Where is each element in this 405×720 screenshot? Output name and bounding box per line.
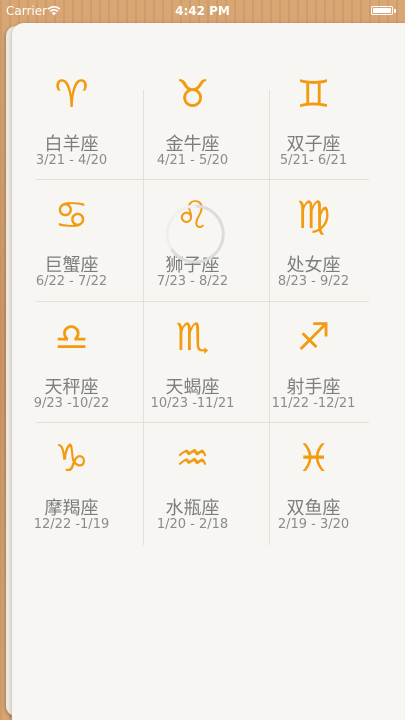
sign-dates: 9/23 -10/22: [33, 396, 110, 411]
zodiac-cell-pisces[interactable]: ♓ 双鱼座 2/19 - 3/20: [258, 424, 369, 545]
status-time: 4:42 PM: [175, 4, 230, 18]
sign-dates: 4/21 - 5/20: [156, 153, 229, 168]
sign-dates: 8/23 - 9/22: [277, 274, 350, 289]
libra-icon: ♎: [54, 315, 89, 359]
sign-dates: 6/22 - 7/22: [35, 274, 108, 289]
sign-dates: 1/20 - 2/18: [156, 517, 229, 532]
sign-dates: 10/23 -11/21: [150, 396, 235, 411]
sign-dates: 11/22 -12/21: [271, 396, 356, 411]
virgo-icon: ♍: [296, 193, 331, 237]
sign-dates: 12/22 -1/19: [33, 517, 110, 532]
status-bar: Carrier 4:42 PM: [0, 0, 405, 22]
zodiac-cell-capricorn[interactable]: ♑ 摩羯座 12/22 -1/19: [16, 424, 127, 545]
battery-icon: [371, 6, 396, 15]
aquarius-icon: ♒: [175, 436, 210, 480]
zodiac-cell-aquarius[interactable]: ♒ 水瓶座 1/20 - 2/18: [137, 424, 248, 545]
loading-spinner: [165, 204, 225, 264]
aries-icon: ♈: [54, 72, 89, 116]
zodiac-cell-scorpio[interactable]: ♏ 天蝎座 10/23 -11/21: [137, 303, 248, 424]
gemini-icon: ♊: [296, 72, 331, 116]
sign-dates: 3/21 - 4/20: [35, 153, 108, 168]
sign-dates: 7/23 - 8/22: [156, 274, 229, 289]
cancer-icon: ♋: [54, 193, 89, 237]
zodiac-cell-gemini[interactable]: ♊ 双子座 5/21- 6/21: [258, 60, 369, 181]
zodiac-cell-sagittarius[interactable]: ♐ 射手座 11/22 -12/21: [258, 303, 369, 424]
capricorn-icon: ♑: [54, 436, 89, 480]
sagittarius-icon: ♐: [296, 315, 331, 359]
pisces-icon: ♓: [296, 436, 331, 480]
zodiac-cell-aries[interactable]: ♈ 白羊座 3/21 - 4/20: [16, 60, 127, 181]
zodiac-cell-libra[interactable]: ♎ 天秤座 9/23 -10/22: [16, 303, 127, 424]
taurus-icon: ♉: [175, 72, 210, 116]
zodiac-cell-taurus[interactable]: ♉ 金牛座 4/21 - 5/20: [137, 60, 248, 181]
zodiac-cell-virgo[interactable]: ♍ 处女座 8/23 - 9/22: [258, 181, 369, 302]
zodiac-cell-cancer[interactable]: ♋ 巨蟹座 6/22 - 7/22: [16, 181, 127, 302]
zodiac-grid: ♈ 白羊座 3/21 - 4/20 ♉ 金牛座 4/21 - 5/20 ♊ 双子座 5/21- …: [34, 60, 369, 545]
sign-dates: 2/19 - 3/20: [277, 517, 350, 532]
scorpio-icon: ♏: [175, 315, 210, 359]
sign-dates: 5/21- 6/21: [279, 153, 348, 168]
